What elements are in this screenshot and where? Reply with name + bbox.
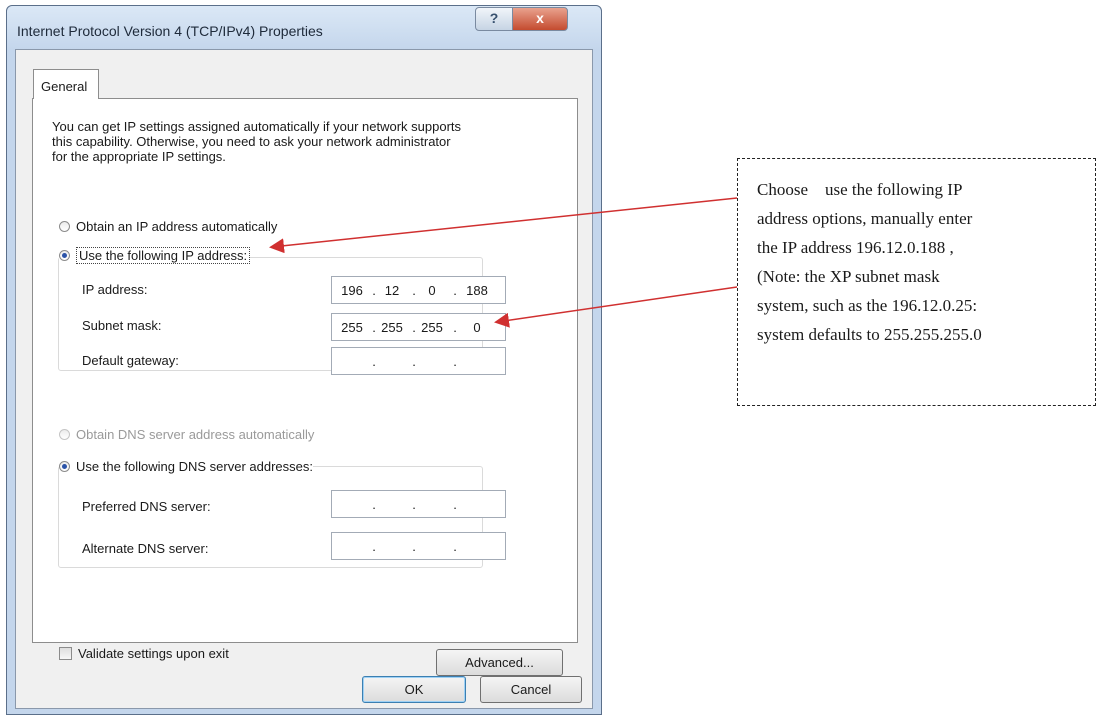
tab-general[interactable]: General: [33, 69, 99, 99]
annotation-arrows: [269, 197, 738, 328]
arrow-to-ip-option: [269, 197, 738, 254]
arrow-to-subnet-mask: [494, 286, 738, 328]
